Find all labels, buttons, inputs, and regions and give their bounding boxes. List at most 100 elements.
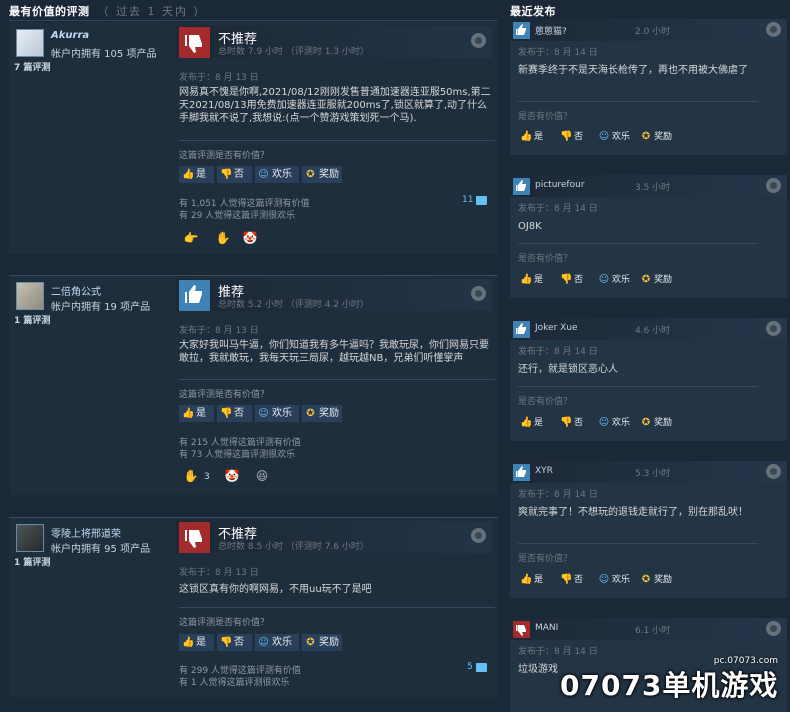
mittens-icon: ✋ [183, 469, 199, 483]
recent-playtime: 6.1 小时 [635, 626, 671, 636]
steam-icon [766, 321, 781, 336]
recent-author-name[interactable]: XYR [535, 466, 553, 476]
avatar[interactable] [16, 29, 44, 57]
vote-yes-button[interactable]: 👍 是 [518, 415, 543, 431]
steam-icon [471, 528, 486, 543]
vote-yes-button[interactable]: 👍 是 [518, 272, 543, 288]
recent-review-card: picturefour 3.5 小时 发布于：8 月 14 日 OJ8K 是否有… [510, 175, 787, 298]
playtime: 总时数 5.2 小时 （评测时 4.2 小时） [218, 300, 369, 310]
playtime: 总时数 7.9 小时 （评测时 1.3 小时） [218, 47, 369, 57]
author-name[interactable]: 零陵上将邢道荣 [51, 525, 121, 540]
award-button[interactable]: ✪ 奖励 [638, 415, 672, 431]
review-content: 这锁区真有你的啊网易，不用uu玩不了是吧 [179, 584, 372, 595]
vote-header[interactable]: 不推荐 总时数 7.9 小时 （评测时 1.3 小时） [176, 26, 492, 58]
vote-no-button[interactable]: 👎 否 [217, 166, 252, 183]
playtime: 总时数 8.5 小时 （评测时 7.6 小时） [218, 542, 369, 552]
vote-yes-button[interactable]: 👍 是 [179, 405, 214, 422]
divider [179, 379, 495, 380]
recent-content: 还行，就是锁区恶心人 [518, 364, 618, 375]
award-icon: ✪ [641, 417, 651, 428]
award-icon: ✪ [306, 408, 315, 419]
vote-header[interactable]: 推荐 总时数 5.2 小时 （评测时 4.2 小时） [176, 279, 492, 311]
award-button[interactable]: ✪ 奖励 [638, 272, 672, 288]
recent-posted-date: 发布于：8 月 14 日 [518, 490, 598, 500]
vote-funny-button[interactable]: ☺ 欢乐 [596, 272, 630, 288]
section-title-recent: 最近发布 [510, 5, 556, 18]
thumbs-down-icon: 👎 [220, 169, 233, 180]
vote-yes-button[interactable]: 👍 是 [518, 572, 543, 588]
recent-playtime: 5.3 小时 [635, 469, 671, 479]
recent-content: 爽就完事了！不想玩的退钱走就行了，别在那乱吠！ [518, 507, 748, 518]
smile-icon: ☺ [598, 131, 610, 142]
posted-date: 发布于：8 月 13 日 [179, 73, 259, 83]
recent-review-header[interactable]: MANI 6.1 小时 [510, 618, 787, 640]
recent-review-header[interactable]: 蒽蒽猫? 2.0 小时 [510, 19, 787, 41]
funny-count: 有 29 人觉得这篇评测很欢乐 [179, 211, 296, 221]
vote-no-button[interactable]: 👎 否 [217, 405, 252, 422]
helpful-question: 这篇评测是否有价值？ [179, 151, 270, 161]
smile-icon: ☺ [598, 417, 610, 428]
avatar[interactable] [16, 282, 44, 310]
thumbs-down-icon: 👎 [220, 637, 233, 648]
recent-author-name[interactable]: Joker Xue [535, 323, 578, 333]
vote-no-button[interactable]: 👎 否 [558, 272, 583, 288]
helpful-question: 这篇评测是否有价值？ [179, 390, 270, 400]
vote-no-button[interactable]: 👎 否 [558, 572, 583, 588]
author-review-count[interactable]: 7 篇评测 [14, 60, 50, 73]
comment-count[interactable]: 5 [467, 662, 473, 672]
recent-playtime: 2.0 小时 [635, 27, 671, 37]
vote-no-button[interactable]: 👎 否 [558, 129, 583, 145]
avatar[interactable] [16, 524, 44, 552]
steam-icon [766, 178, 781, 193]
author-review-count[interactable]: 1 篇评测 [14, 555, 50, 568]
laughing-face-icon: 😆 [255, 469, 269, 483]
posted-date: 发布于：8 月 13 日 [179, 568, 259, 578]
fist-icon: 👉 [183, 231, 199, 245]
vote-yes-button[interactable]: 👍 是 [518, 129, 543, 145]
divider [518, 543, 758, 544]
award-button[interactable]: ✪ 奖励 [302, 405, 342, 422]
comment-count[interactable]: 11 [462, 195, 473, 205]
review-card: 零陵上将邢道荣 帐户内拥有 95 项产品 1 篇评测 不推荐 总时数 8.5 小… [9, 517, 498, 697]
vote-funny-button[interactable]: ☺ 欢乐 [255, 634, 299, 651]
comment-icon[interactable] [476, 196, 487, 205]
award-button[interactable]: ✪ 奖励 [302, 166, 342, 183]
vote-funny-button[interactable]: ☺ 欢乐 [596, 129, 630, 145]
recent-content: OJ8K [518, 221, 542, 232]
recent-review-header[interactable]: XYR 5.3 小时 [510, 461, 787, 483]
author-name[interactable]: Akurra [51, 30, 89, 41]
recent-author-name[interactable]: MANI [535, 623, 558, 633]
award-button[interactable]: ✪ 奖励 [638, 572, 672, 588]
author-review-count[interactable]: 1 篇评测 [14, 313, 50, 326]
award-button[interactable]: ✪ 奖励 [638, 129, 672, 145]
divider [179, 140, 495, 141]
vote-yes-button[interactable]: 👍 是 [179, 634, 214, 651]
author-name[interactable]: 二倍角公式 [51, 283, 101, 298]
vote-no-button[interactable]: 👎 否 [217, 634, 252, 651]
vote-funny-button[interactable]: ☺ 欢乐 [255, 166, 299, 183]
vote-yes-button[interactable]: 👍 是 [179, 166, 214, 183]
vote-funny-button[interactable]: ☺ 欢乐 [596, 572, 630, 588]
recent-review-header[interactable]: Joker Xue 4.6 小时 [510, 318, 787, 340]
recent-helpful-question: 是否有价值？ [518, 397, 573, 407]
award-button[interactable]: ✪ 奖励 [302, 634, 342, 651]
recent-playtime: 3.5 小时 [635, 183, 671, 193]
helpful-question: 这篇评测是否有价值？ [179, 618, 270, 628]
funny-count: 有 73 人觉得这篇评测很欢乐 [179, 450, 296, 460]
award-icon: ✪ [641, 574, 651, 585]
vote-funny-button[interactable]: ☺ 欢乐 [255, 405, 299, 422]
recent-review-card: Joker Xue 4.6 小时 发布于：8 月 14 日 还行，就是锁区恶心人… [510, 318, 787, 441]
recent-helpful-question: 是否有价值？ [518, 112, 573, 122]
recent-author-name[interactable]: picturefour [535, 180, 585, 190]
funny-count: 有 1 人觉得这篇评测很欢乐 [179, 678, 290, 688]
steam-icon [471, 286, 486, 301]
recent-helpful-question: 是否有价值？ [518, 254, 573, 264]
vote-no-button[interactable]: 👎 否 [558, 415, 583, 431]
vote-funny-button[interactable]: ☺ 欢乐 [596, 415, 630, 431]
comment-icon[interactable] [476, 663, 487, 672]
author-products: 帐户内拥有 105 项产品 [51, 49, 157, 60]
recent-author-name[interactable]: 蒽蒽猫? [535, 24, 567, 37]
recent-review-header[interactable]: picturefour 3.5 小时 [510, 175, 787, 197]
steam-icon [766, 621, 781, 636]
vote-header[interactable]: 不推荐 总时数 8.5 小时 （评测时 7.6 小时） [176, 521, 492, 553]
